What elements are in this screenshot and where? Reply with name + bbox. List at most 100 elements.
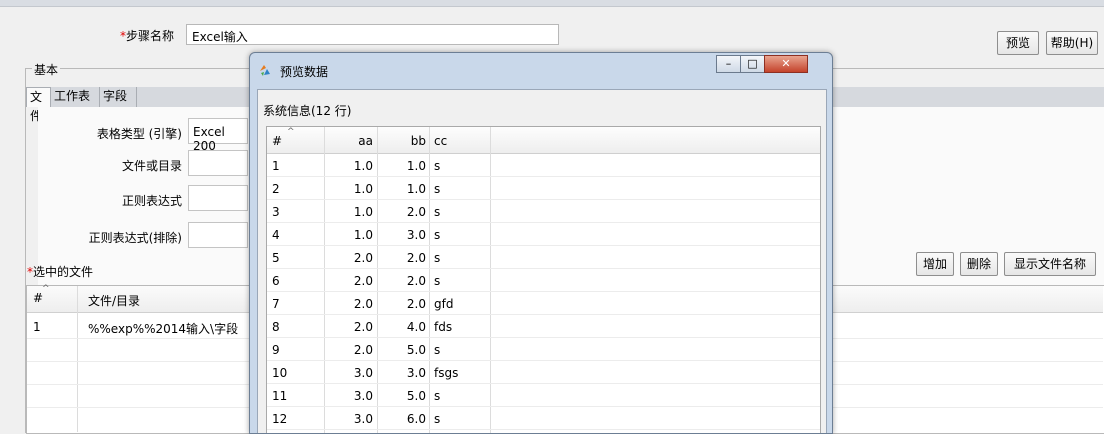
row-line <box>267 268 820 269</box>
value-cc: s <box>434 251 441 265</box>
sheet-type-label: 表格类型 (引擎) <box>96 127 182 141</box>
app-logo-icon <box>260 65 270 76</box>
value-aa: 2.0 <box>353 251 373 265</box>
preview-button[interactable]: 预览 <box>997 31 1039 55</box>
value-bb: 1.0 <box>406 159 426 173</box>
tab-file[interactable]: 文件 <box>26 87 51 123</box>
value-aa: 1.0 <box>353 228 373 242</box>
value-aa: 2.0 <box>353 274 373 288</box>
value-bb: 2.0 <box>406 297 426 311</box>
selected-files-label-text: 选中的文件 <box>33 265 94 279</box>
dialog-title: 预览数据 <box>280 65 329 79</box>
column-divider <box>377 127 378 433</box>
value-cc: s <box>434 274 441 288</box>
step-name-input[interactable]: Excel输入 <box>186 24 559 45</box>
step-name-label-text: 步骤名称 <box>126 29 175 43</box>
sheet-type-select[interactable]: Excel 200 <box>188 118 248 153</box>
value-aa: 3.0 <box>353 412 373 426</box>
value-cc: gfd <box>434 297 454 311</box>
sort-caret-icon: ^ <box>42 284 50 294</box>
sort-caret-icon: ^ <box>287 127 295 137</box>
value-bb: 5.0 <box>406 343 426 357</box>
help-button[interactable]: 帮助(H) <box>1046 31 1098 55</box>
add-button[interactable]: 增加 <box>916 252 954 276</box>
value-bb: 3.0 <box>406 366 426 380</box>
value-bb: 6.0 <box>406 412 426 426</box>
regex-label: 正则表达式 <box>121 194 182 208</box>
dialog-body: 系统信息(12 行) # ^ aa bb cc 1 1.0 1.0 s 2 1.0 1.0 s… <box>257 89 827 433</box>
basic-group-title: 基本 <box>32 61 61 78</box>
selected-files-label: *选中的文件 <box>27 263 93 280</box>
value-cc: s <box>434 412 441 426</box>
top-edge <box>0 0 1104 7</box>
row-index: 3 <box>272 205 280 219</box>
column-divider <box>490 127 491 433</box>
value-aa: 3.0 <box>353 389 373 403</box>
preview-table: # ^ aa bb cc 1 1.0 1.0 s 2 1.0 1.0 s 3 1.0 2.0 s 4 1.… <box>266 126 821 433</box>
row-line <box>267 406 820 407</box>
row-index: 1 <box>272 159 280 173</box>
file-or-dir-label: 文件或目录 <box>121 159 182 173</box>
value-bb: 5.0 <box>406 389 426 403</box>
column-divider <box>324 127 325 433</box>
value-cc: s <box>434 159 441 173</box>
value-bb: 2.0 <box>406 205 426 219</box>
row-index: 7 <box>272 297 280 311</box>
header-aa[interactable]: aa <box>327 134 373 148</box>
tab-worksheet[interactable]: 工作表 <box>51 87 100 107</box>
regex-exclude-input[interactable] <box>188 222 248 248</box>
row-index: 10 <box>272 366 288 380</box>
header-bb[interactable]: bb <box>380 134 426 148</box>
row-line <box>267 291 820 292</box>
value-aa: 1.0 <box>353 182 373 196</box>
close-icon[interactable]: ✕ <box>764 55 808 73</box>
grid-header-path[interactable]: 文件/目录 <box>88 292 140 309</box>
row-line <box>267 360 820 361</box>
row-line <box>267 337 820 338</box>
maximize-icon[interactable]: □ <box>740 55 765 73</box>
row-index: 6 <box>272 274 280 288</box>
tab-fields[interactable]: 字段 <box>100 87 137 107</box>
show-filenames-button[interactable]: 显示文件名称 <box>1004 252 1096 276</box>
value-bb: 1.0 <box>406 182 426 196</box>
row-line <box>267 199 820 200</box>
file-row-path[interactable]: %%exp%%2014输入\字段 <box>88 320 248 337</box>
row-index: 11 <box>272 389 288 403</box>
row-index: 4 <box>272 228 280 242</box>
system-info-label: 系统信息(12 行) <box>263 104 352 118</box>
minimize-icon[interactable]: – <box>716 55 741 73</box>
row-line <box>267 314 820 315</box>
row-index: 12 <box>272 412 288 426</box>
row-line <box>267 176 820 177</box>
value-cc: s <box>434 205 441 219</box>
value-aa: 1.0 <box>353 159 373 173</box>
value-cc: fsgs <box>434 366 459 380</box>
grid-column-divider <box>77 286 78 432</box>
value-aa: 1.0 <box>353 205 373 219</box>
value-bb: 4.0 <box>406 320 426 334</box>
value-cc: s <box>434 182 441 196</box>
value-bb: 3.0 <box>406 228 426 242</box>
value-aa: 2.0 <box>353 297 373 311</box>
value-bb: 2.0 <box>406 251 426 265</box>
step-name-label: *步骤名称 <box>120 27 174 44</box>
value-cc: s <box>434 228 441 242</box>
value-cc: fds <box>434 320 453 334</box>
row-index: 8 <box>272 320 280 334</box>
preview-data-dialog[interactable]: 预览数据 – □ ✕ 系统信息(12 行) # ^ aa bb cc 1 1.0 1… <box>249 52 833 434</box>
row-index: 5 <box>272 251 280 265</box>
regex-input[interactable] <box>188 185 248 211</box>
value-bb: 2.0 <box>406 274 426 288</box>
file-or-dir-input[interactable] <box>188 150 248 176</box>
file-row-index: 1 <box>33 320 41 334</box>
row-index: 9 <box>272 343 280 357</box>
value-aa: 2.0 <box>353 320 373 334</box>
column-divider <box>429 127 430 433</box>
row-line <box>267 245 820 246</box>
row-line <box>267 383 820 384</box>
regex-exclude-label: 正则表达式(排除) <box>88 231 182 245</box>
header-cc[interactable]: cc <box>434 134 447 148</box>
row-line <box>267 429 820 430</box>
delete-button[interactable]: 删除 <box>960 252 998 276</box>
header-index[interactable]: # <box>272 134 282 148</box>
